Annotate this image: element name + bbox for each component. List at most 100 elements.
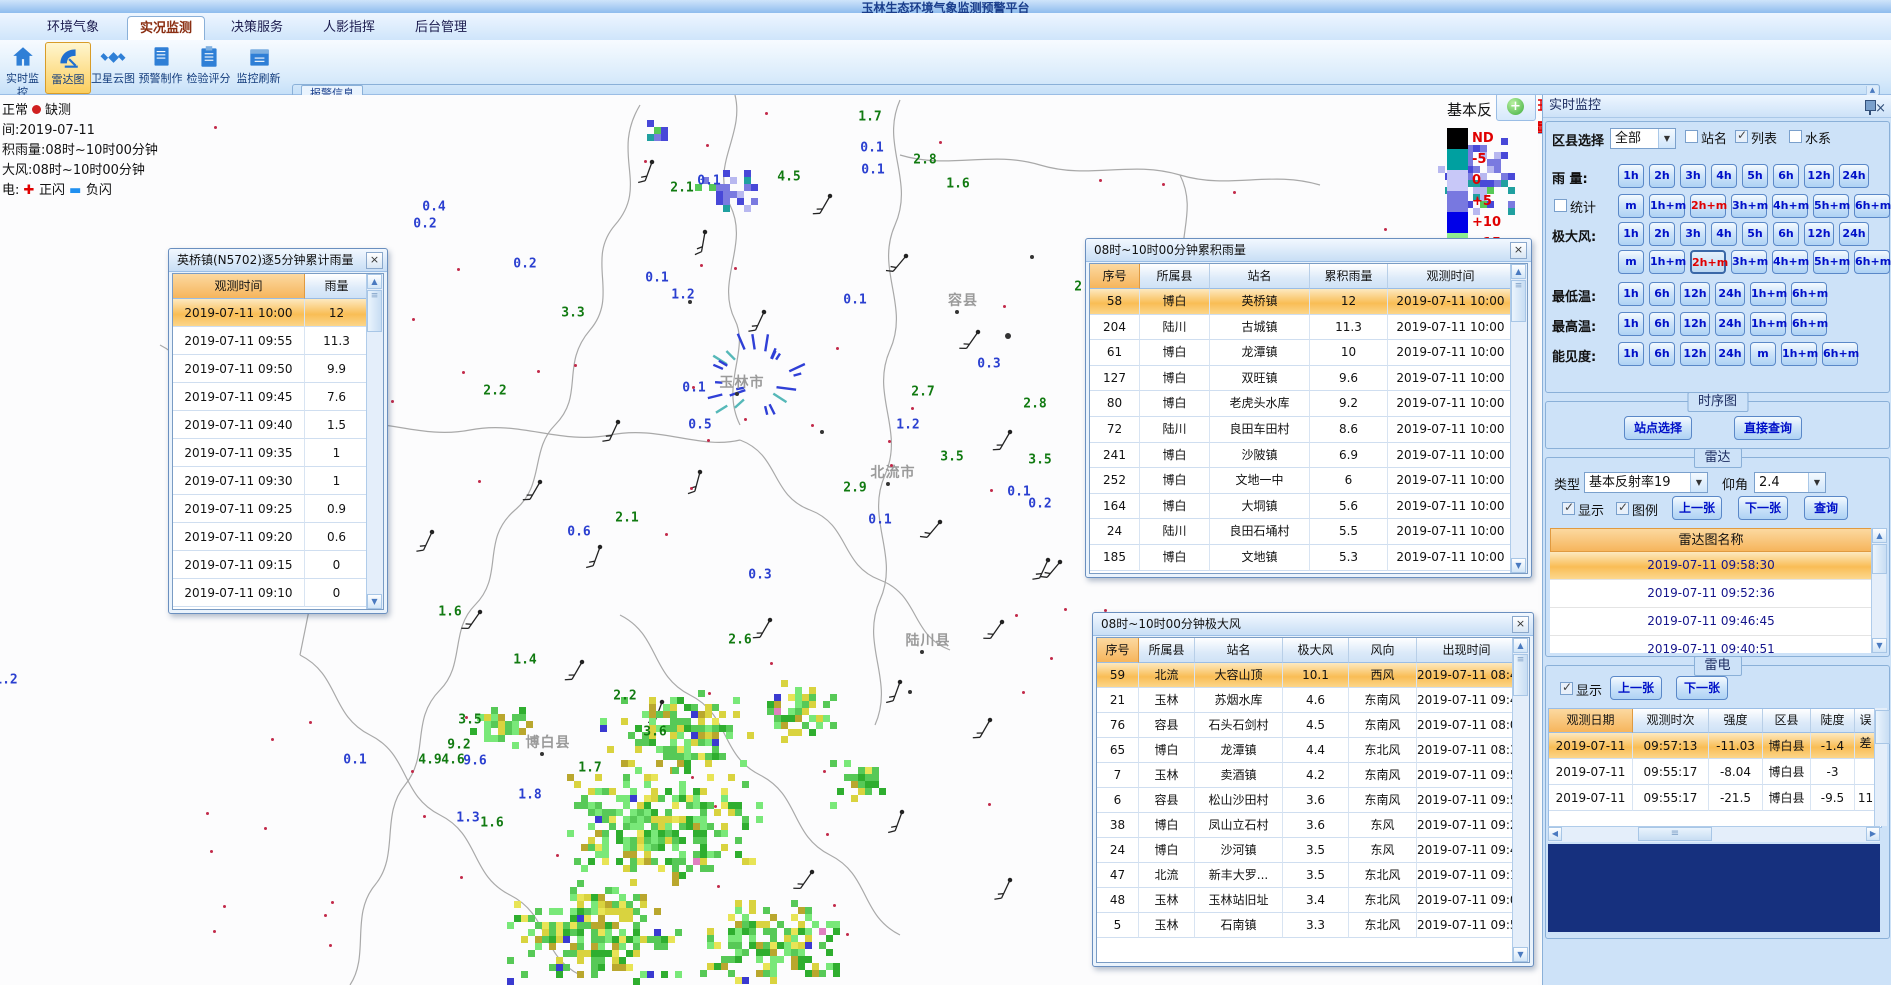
table-row[interactable]: 127博白双旺镇9.62019-07-11 10:00 — [1090, 366, 1527, 392]
period-button-5h+m[interactable]: 5h+m — [1813, 250, 1849, 274]
period-button-24h[interactable]: 24h — [1839, 222, 1869, 246]
scroll-up-icon[interactable]: ▲ — [1513, 638, 1528, 653]
rain5min-scrollbar[interactable]: ▲▼≡ — [366, 274, 383, 609]
period-button-12h[interactable]: 12h — [1804, 222, 1834, 246]
period-button-24h[interactable]: 24h — [1715, 342, 1745, 366]
scroll-right-icon[interactable]: ▶ — [1866, 827, 1880, 841]
period-button-3h+m[interactable]: 3h+m — [1731, 194, 1767, 218]
period-button-6h[interactable]: 6h — [1649, 342, 1675, 366]
menu-tab-4[interactable]: 人影指挥 — [311, 16, 387, 39]
table-row[interactable]: 2019-07-11 09:5511.3 — [173, 327, 383, 355]
table-row[interactable]: 2019-07-11 09:351 — [173, 439, 383, 467]
toolbar-button-检验评分[interactable]: 检验评分 — [185, 42, 232, 92]
radar-list-item[interactable]: 2019-07-11 09:52:36 — [1550, 580, 1872, 608]
period-button-4h[interactable]: 4h — [1711, 222, 1737, 246]
period-button-24h[interactable]: 24h — [1715, 282, 1745, 306]
menu-tab-1[interactable]: 环境气象 — [35, 16, 111, 39]
period-button-6h+m[interactable]: 6h+m — [1791, 312, 1827, 336]
column-header-站名[interactable]: 站名 — [1210, 264, 1310, 289]
close-icon[interactable]: × — [1512, 616, 1529, 633]
table-row[interactable]: 204陆川古城镇11.32019-07-11 10:00 — [1090, 315, 1527, 341]
scroll-up-icon[interactable]: ▲ — [1872, 528, 1887, 543]
table-row[interactable]: 2019-07-11 09:401.5 — [173, 411, 383, 439]
rain5min-titlebar[interactable]: 英桥镇(N5702)逐5分钟累计雨量× — [169, 249, 387, 272]
period-button-1h+m[interactable]: 1h+m — [1649, 194, 1685, 218]
period-button-6h[interactable]: 6h — [1773, 164, 1799, 188]
table-row[interactable]: 2019-07-11 09:200.6 — [173, 523, 383, 551]
table-row[interactable]: 72陆川良田车田村8.62019-07-11 10:00 — [1090, 417, 1527, 443]
radar-list-item[interactable]: 2019-07-11 09:58:30 — [1550, 552, 1872, 580]
scroll-down-icon[interactable]: ▼ — [367, 594, 382, 609]
period-button-6h[interactable]: 6h — [1649, 312, 1675, 336]
period-button-1h[interactable]: 1h — [1618, 164, 1644, 188]
scroll-thumb[interactable]: ≡ — [1511, 280, 1526, 322]
column-header-所属县[interactable]: 所属县 — [1140, 264, 1210, 289]
radar-type-select[interactable]: 基本反射率19▼ — [1584, 472, 1708, 493]
radar-legend-checkbox[interactable] — [1616, 502, 1629, 515]
stat-checkbox[interactable] — [1554, 199, 1567, 212]
period-button-5h[interactable]: 5h — [1742, 222, 1768, 246]
period-button-1h+m[interactable]: 1h+m — [1750, 312, 1786, 336]
table-row[interactable]: 6容县松山沙田村3.6东南风2019-07-11 09:59 — [1097, 788, 1529, 813]
period-button-12h[interactable]: 12h — [1804, 164, 1834, 188]
period-button-6h+m[interactable]: 6h+m — [1791, 282, 1827, 306]
column-header-陡度[interactable]: 陡度 — [1811, 709, 1855, 733]
period-button-1h[interactable]: 1h — [1618, 342, 1644, 366]
lightning-vscrollbar[interactable] — [1874, 708, 1887, 826]
menu-tab-5[interactable]: 后台管理 — [403, 16, 479, 39]
table-row[interactable]: 2019-07-11 09:250.9 — [173, 495, 383, 523]
period-button-2h[interactable]: 2h — [1649, 164, 1675, 188]
toolbar-button-预警制作[interactable]: 预警制作 — [137, 42, 184, 92]
period-button-2h+m[interactable]: 2h+m — [1690, 194, 1726, 218]
column-header-雨量[interactable]: 雨量 — [305, 274, 369, 299]
table-row[interactable]: 241博白沙陂镇6.92019-07-11 10:00 — [1090, 443, 1527, 469]
table-row[interactable]: 59北流大容山顶10.1西风2019-07-11 08:47 — [1097, 663, 1529, 688]
period-button-12h[interactable]: 12h — [1680, 282, 1710, 306]
table-row[interactable]: 2019-07-1109:55:17-8.04博白县-3 — [1549, 759, 1881, 785]
table-row[interactable]: 58博白英桥镇122019-07-11 10:00 — [1090, 289, 1527, 315]
column-header-极大风[interactable]: 极大风 — [1283, 638, 1349, 663]
column-header-观测时次[interactable]: 观测时次 — [1633, 709, 1709, 733]
layer-水系-checkbox[interactable] — [1789, 130, 1802, 143]
column-header-所属县[interactable]: 所属县 — [1139, 638, 1195, 663]
scroll-down-icon[interactable]: ▼ — [1513, 947, 1528, 962]
period-button-5h[interactable]: 5h — [1742, 164, 1768, 188]
period-button-3h+m[interactable]: 3h+m — [1731, 250, 1767, 274]
table-row[interactable]: 5玉林石南镇3.3东北风2019-07-11 09:59 — [1097, 913, 1529, 938]
radar-list-item[interactable]: 2019-07-11 09:40:51 — [1550, 636, 1872, 653]
scroll-down-icon[interactable]: ▼ — [1511, 558, 1526, 573]
scroll-thumb[interactable]: ≡ — [1513, 654, 1528, 696]
table-row[interactable]: 2019-07-11 09:509.9 — [173, 355, 383, 383]
table-row[interactable]: 48玉林玉林站旧址3.4东北风2019-07-11 09:09 — [1097, 888, 1529, 913]
table-row[interactable]: 24陆川良田石埇村5.52019-07-11 10:00 — [1090, 519, 1527, 545]
table-row[interactable]: 164博白大垌镇5.62019-07-11 10:00 — [1090, 494, 1527, 520]
period-button-4h+m[interactable]: 4h+m — [1772, 250, 1808, 274]
period-button-4h+m[interactable]: 4h+m — [1772, 194, 1808, 218]
period-button-m[interactable]: m — [1618, 194, 1644, 218]
period-button-6h+m[interactable]: 6h+m — [1854, 250, 1890, 274]
scroll-thumb[interactable]: ≡ — [367, 290, 382, 332]
lightning-hscrollbar[interactable]: ◀▶≡ — [1548, 826, 1880, 842]
period-button-1h[interactable]: 1h — [1618, 282, 1644, 306]
rain-accum-titlebar[interactable]: 08时~10时00分钟累积雨量× — [1086, 239, 1531, 262]
radar-prev-button[interactable]: 上一张 — [1672, 496, 1722, 520]
period-button-1h+m[interactable]: 1h+m — [1750, 282, 1786, 306]
radar-show-checkbox[interactable] — [1562, 502, 1575, 515]
scroll-left-icon[interactable]: ◀ — [1548, 827, 1562, 841]
rain-accum-scrollbar[interactable]: ▲▼≡ — [1510, 264, 1527, 573]
table-row[interactable]: 2019-07-11 09:457.6 — [173, 383, 383, 411]
radar-list-item[interactable]: 2019-07-11 09:46:45 — [1550, 608, 1872, 636]
table-row[interactable]: 61博白龙潭镇102019-07-11 10:00 — [1090, 340, 1527, 366]
table-row[interactable]: 2019-07-11 09:100 — [173, 579, 383, 607]
period-button-6h+m[interactable]: 6h+m — [1854, 194, 1890, 218]
column-header-序号[interactable]: 序号 — [1090, 264, 1140, 289]
period-button-24h[interactable]: 24h — [1715, 312, 1745, 336]
radar-next-button[interactable]: 下一张 — [1738, 496, 1788, 520]
close-icon[interactable]: × — [1875, 98, 1886, 120]
column-header-风向[interactable]: 风向 — [1349, 638, 1417, 663]
table-row[interactable]: 2019-07-11 10:0012 — [173, 299, 383, 327]
period-button-24h[interactable]: 24h — [1839, 164, 1869, 188]
max-wind-titlebar[interactable]: 08时~10时00分钟极大风× — [1093, 613, 1533, 636]
table-row[interactable]: 76容县石头石剑村4.5东南风2019-07-11 08:08 — [1097, 713, 1529, 738]
column-header-观测时间[interactable]: 观测时间 — [1388, 264, 1514, 289]
